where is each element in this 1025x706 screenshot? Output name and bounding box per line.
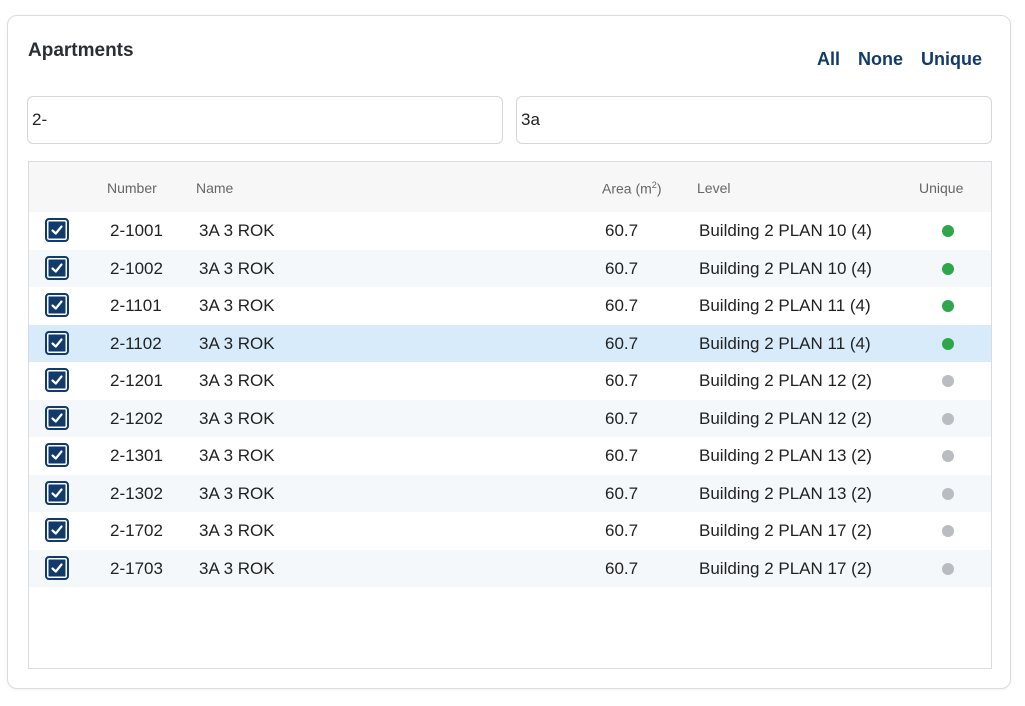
table-row[interactable]: 2-1302 3A 3 ROK 60.7 Building 2 PLAN 13 (2) bbox=[29, 474, 991, 512]
unique-status-dot-icon bbox=[942, 525, 954, 537]
cell-name: 3A 3 ROK bbox=[199, 408, 275, 428]
cell-name: 3A 3 ROK bbox=[199, 483, 275, 503]
unique-status-dot-icon bbox=[942, 487, 954, 500]
table-row[interactable]: 2-1703 3A 3 ROK 60.7 Building 2 PLAN 17 (2) bbox=[29, 549, 991, 587]
column-header-number[interactable]: Number bbox=[107, 180, 157, 196]
cell-area: 60.7 bbox=[605, 371, 639, 390]
cell-area: 60.7 bbox=[605, 446, 639, 465]
apartments-panel: Apartments All None Unique Number Name A… bbox=[7, 15, 1011, 689]
cell-area: 60.7 bbox=[605, 221, 639, 240]
cell-number: 2-1302 bbox=[110, 483, 163, 503]
table-row[interactable]: 2-1002 3A 3 ROK 60.7 Building 2 PLAN 10 (4) bbox=[29, 249, 991, 287]
row-checkbox[interactable] bbox=[45, 255, 69, 280]
column-header-area[interactable]: Area (m2) bbox=[602, 180, 661, 197]
cell-level: Building 2 PLAN 12 (2) bbox=[699, 408, 872, 428]
cell-level: Building 2 PLAN 17 (2) bbox=[699, 558, 872, 578]
row-checkbox[interactable] bbox=[45, 405, 69, 430]
cell-level: Building 2 PLAN 12 (2) bbox=[699, 371, 872, 390]
checkmark-icon bbox=[51, 337, 63, 348]
area-header-close: ) bbox=[656, 180, 662, 197]
row-checkbox[interactable] bbox=[45, 518, 69, 542]
checkmark-icon bbox=[51, 487, 63, 498]
row-checkbox[interactable] bbox=[45, 555, 69, 580]
cell-number: 2-1702 bbox=[110, 521, 163, 540]
cell-area: 60.7 bbox=[605, 333, 639, 353]
unique-status-dot-icon bbox=[942, 337, 954, 350]
checkmark-icon bbox=[51, 450, 63, 460]
cell-level: Building 2 PLAN 11 (4) bbox=[699, 296, 871, 315]
row-checkbox[interactable] bbox=[45, 330, 69, 355]
select-none-link[interactable]: None bbox=[858, 49, 903, 70]
apartments-table: Number Name Area (m2) Level Unique 2-100… bbox=[28, 161, 992, 669]
table-row[interactable]: 2-1202 3A 3 ROK 60.7 Building 2 PLAN 12 (2) bbox=[29, 399, 991, 437]
table-row[interactable]: 2-1301 3A 3 ROK 60.7 Building 2 PLAN 13 (2) bbox=[29, 437, 991, 475]
select-unique-link[interactable]: Unique bbox=[921, 49, 982, 70]
cell-name: 3A 3 ROK bbox=[199, 258, 275, 278]
checkmark-icon bbox=[51, 225, 63, 235]
cell-number: 2-1002 bbox=[110, 258, 163, 278]
cell-area: 60.7 bbox=[605, 408, 639, 428]
table-row[interactable]: 2-1702 3A 3 ROK 60.7 Building 2 PLAN 17 (2) bbox=[29, 512, 991, 550]
row-checkbox[interactable] bbox=[45, 480, 69, 505]
row-checkbox[interactable] bbox=[45, 218, 69, 242]
row-checkbox[interactable] bbox=[45, 293, 69, 317]
unique-status-dot-icon bbox=[942, 412, 954, 425]
cell-level: Building 2 PLAN 11 (4) bbox=[699, 333, 871, 353]
column-header-unique[interactable]: Unique bbox=[919, 180, 963, 196]
cell-area: 60.7 bbox=[605, 558, 639, 578]
cell-name: 3A 3 ROK bbox=[199, 333, 275, 353]
table-body: 2-1001 3A 3 ROK 60.7 Building 2 PLAN 10 (4)… bbox=[29, 212, 991, 587]
cell-level: Building 2 PLAN 10 (4) bbox=[699, 258, 872, 278]
unique-status-dot-icon bbox=[942, 300, 954, 312]
cell-level: Building 2 PLAN 17 (2) bbox=[699, 521, 872, 540]
column-header-level[interactable]: Level bbox=[697, 180, 730, 196]
cell-number: 2-1301 bbox=[110, 446, 163, 465]
unique-status-dot-icon bbox=[942, 450, 954, 462]
cell-name: 3A 3 ROK bbox=[199, 521, 275, 540]
cell-area: 60.7 bbox=[605, 521, 639, 540]
unique-status-dot-icon bbox=[942, 262, 954, 275]
cell-number: 2-1001 bbox=[110, 221, 163, 240]
cell-name: 3A 3 ROK bbox=[199, 221, 275, 240]
name-filter-input[interactable] bbox=[516, 96, 992, 144]
checkmark-icon bbox=[51, 262, 63, 273]
cell-level: Building 2 PLAN 13 (2) bbox=[699, 483, 872, 503]
cell-name: 3A 3 ROK bbox=[199, 371, 275, 390]
cell-number: 2-1101 bbox=[110, 296, 162, 315]
checkmark-icon bbox=[51, 300, 63, 310]
checkmark-icon bbox=[51, 525, 63, 535]
cell-number: 2-1703 bbox=[110, 558, 163, 578]
unique-status-dot-icon bbox=[942, 375, 954, 387]
table-row[interactable]: 2-1001 3A 3 ROK 60.7 Building 2 PLAN 10 (4) bbox=[29, 212, 991, 250]
number-filter-input[interactable] bbox=[27, 96, 503, 144]
cell-name: 3A 3 ROK bbox=[199, 446, 275, 465]
checkmark-icon bbox=[51, 412, 63, 423]
table-row[interactable]: 2-1102 3A 3 ROK 60.7 Building 2 PLAN 11 (4) bbox=[29, 324, 991, 362]
cell-number: 2-1202 bbox=[110, 408, 163, 428]
column-header-name[interactable]: Name bbox=[196, 180, 233, 196]
cell-area: 60.7 bbox=[605, 483, 639, 503]
area-header-text: Area (m bbox=[602, 180, 652, 197]
row-checkbox[interactable] bbox=[45, 368, 69, 392]
panel-title: Apartments bbox=[28, 40, 134, 61]
cell-number: 2-1102 bbox=[110, 333, 162, 353]
cell-area: 60.7 bbox=[605, 258, 639, 278]
cell-name: 3A 3 ROK bbox=[199, 296, 275, 315]
selection-actions: All None Unique bbox=[817, 49, 982, 70]
unique-status-dot-icon bbox=[942, 562, 954, 575]
unique-status-dot-icon bbox=[942, 225, 954, 237]
select-all-link[interactable]: All bbox=[817, 49, 840, 70]
checkmark-icon bbox=[51, 375, 63, 385]
cell-name: 3A 3 ROK bbox=[199, 558, 275, 578]
cell-area: 60.7 bbox=[605, 296, 639, 315]
row-checkbox[interactable] bbox=[45, 443, 69, 467]
cell-level: Building 2 PLAN 13 (2) bbox=[699, 446, 872, 465]
checkmark-icon bbox=[51, 562, 63, 573]
table-header: Number Name Area (m2) Level Unique bbox=[29, 162, 991, 212]
table-row[interactable]: 2-1101 3A 3 ROK 60.7 Building 2 PLAN 11 (4) bbox=[29, 287, 991, 325]
cell-level: Building 2 PLAN 10 (4) bbox=[699, 221, 872, 240]
cell-number: 2-1201 bbox=[110, 371, 163, 390]
table-row[interactable]: 2-1201 3A 3 ROK 60.7 Building 2 PLAN 12 (2) bbox=[29, 362, 991, 400]
